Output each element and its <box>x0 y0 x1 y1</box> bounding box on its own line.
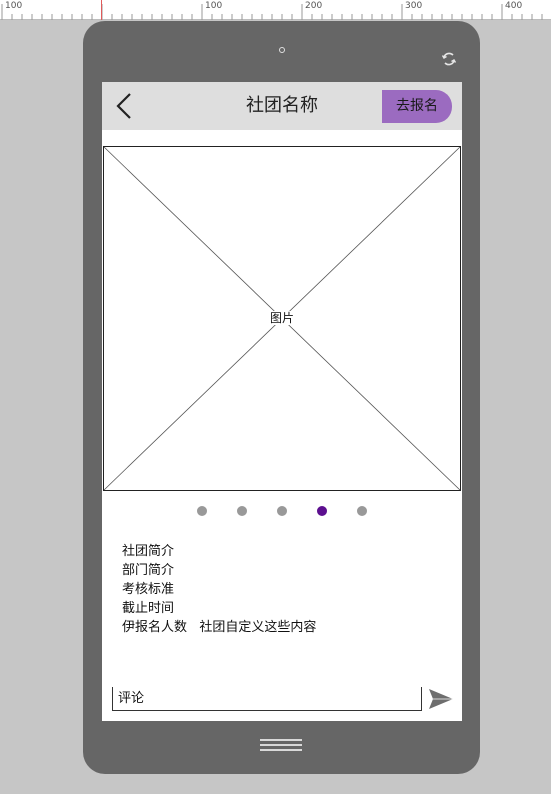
carousel-dot[interactable] <box>317 506 327 516</box>
ruler-label: 200 <box>305 1 323 11</box>
home-button[interactable] <box>260 739 302 751</box>
info-item: 伊报名人数 社团自定义这些内容 <box>122 620 317 635</box>
ruler-ticks <box>1 4 543 20</box>
send-button[interactable] <box>428 688 454 710</box>
ruler-label: 400 <box>505 1 523 11</box>
carousel-dot[interactable] <box>237 506 247 516</box>
ruler: 100 100 200 300 400 <box>0 0 551 20</box>
signup-button[interactable]: 去报名 <box>382 90 452 123</box>
ruler-label: 100 <box>205 1 223 11</box>
info-item: 截止时间 <box>122 601 175 616</box>
back-button[interactable] <box>114 92 134 120</box>
rotate-icon[interactable] <box>441 51 457 67</box>
info-item: 考核标准 <box>122 582 175 597</box>
comment-input[interactable] <box>118 687 418 709</box>
top-bar: 社团名称 去报名 <box>102 82 462 130</box>
ruler-label: 100 <box>5 1 23 11</box>
ruler-position-marker <box>101 0 102 20</box>
info-item: 社团简介 <box>122 544 175 559</box>
image-label: 图片 <box>104 309 460 326</box>
phone-screen: 社团名称 去报名 图片 社团简介部门简介考核标准截止时间伊报名人数 社团自定义这… <box>102 82 462 721</box>
carousel-dot[interactable] <box>197 506 207 516</box>
carousel-indicator <box>102 505 462 517</box>
carousel-dot[interactable] <box>357 506 367 516</box>
comment-field[interactable] <box>112 687 422 711</box>
ruler-label: 300 <box>405 1 423 11</box>
club-info-list: 社团简介部门简介考核标准截止时间伊报名人数 社团自定义这些内容 <box>122 542 316 637</box>
image-placeholder: 图片 <box>103 146 461 491</box>
carousel-dot[interactable] <box>277 506 287 516</box>
info-item: 部门简介 <box>122 563 175 578</box>
image-label-text: 图片 <box>266 311 297 325</box>
phone-frame: 社团名称 去报名 图片 社团简介部门简介考核标准截止时间伊报名人数 社团自定义这… <box>83 21 480 774</box>
chevron-left-icon <box>116 93 131 119</box>
camera-icon <box>279 47 285 53</box>
